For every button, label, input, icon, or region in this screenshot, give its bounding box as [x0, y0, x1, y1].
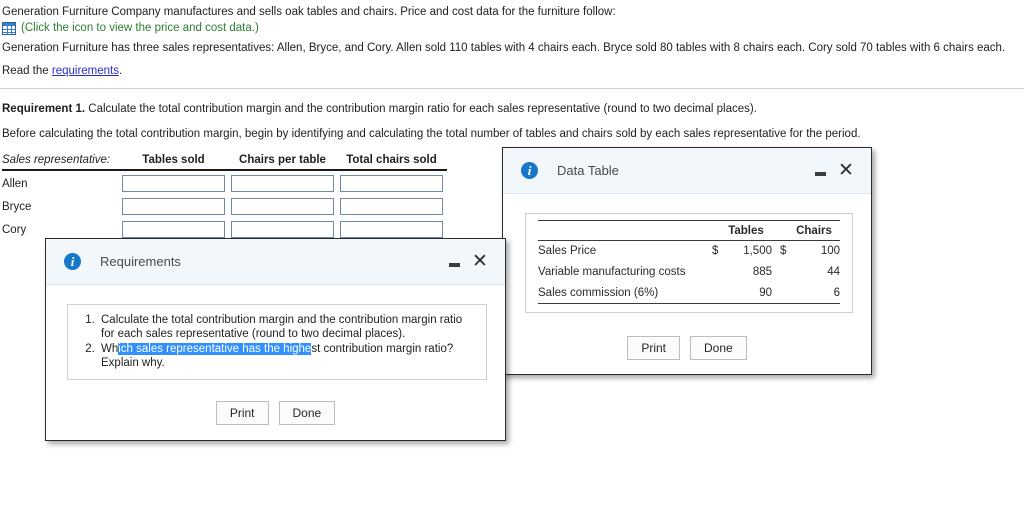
input-allen-chairs-per-table[interactable]	[231, 175, 334, 192]
page-root: Generation Furniture Company manufacture…	[0, 0, 1024, 512]
data-table-dialog-footer: Print Done	[503, 333, 871, 360]
requirement-item-2-pre: Wh	[101, 343, 119, 355]
requirements-list-box: Calculate the total contribution margin …	[67, 304, 487, 380]
requirement-item-1-text: Calculate the total contribution margin …	[101, 314, 463, 340]
input-bryce-chairs-per-table[interactable]	[231, 198, 334, 215]
print-button[interactable]: Print	[215, 401, 269, 425]
problem-intro-text: Generation Furniture Company manufacture…	[2, 6, 616, 18]
commission-chairs-currency	[772, 282, 788, 304]
minimize-icon[interactable]	[441, 249, 467, 275]
data-table-dialog: i Data Table ✕ Tables Chairs Sales Price…	[502, 147, 872, 375]
price-cost-table: Tables Chairs Sales Price $ 1,500 $ 100	[538, 220, 840, 304]
sales-price-chairs-currency: $	[780, 245, 787, 258]
requirements-list: Calculate the total contribution margin …	[78, 313, 476, 370]
before-calculating-text: Before calculating the total contributio…	[2, 128, 861, 140]
requirement-1-text: Calculate the total contribution margin …	[85, 103, 757, 115]
answer-table-header-rule	[2, 169, 447, 171]
list-item: Calculate the total contribution margin …	[98, 313, 476, 341]
done-button[interactable]: Done	[278, 401, 336, 425]
answer-table-row-header-label: Sales representative:	[2, 154, 111, 166]
table-row: Bryce	[2, 197, 447, 217]
requirements-dialog-header: i Requirements ✕	[46, 239, 505, 285]
input-bryce-tables-sold[interactable]	[122, 198, 225, 215]
input-cory-tables-sold[interactable]	[122, 221, 225, 238]
requirements-link[interactable]: requirements	[52, 65, 119, 77]
row-label-sales-price: Sales Price	[538, 245, 597, 258]
commission-tables-currency	[704, 282, 720, 304]
answer-table-header-row: Sales representative: Tables sold Chairs…	[2, 152, 447, 168]
requirements-dialog-footer: Print Done	[46, 398, 505, 425]
table-row: Sales Price $ 1,500 $ 100	[538, 241, 840, 262]
answer-row-label-allen: Allen	[2, 177, 28, 190]
col-header-chairs: Chairs	[788, 220, 840, 241]
vmc-tables-value: 885	[752, 266, 772, 278]
sales-price-tables-value: 1,500	[743, 245, 772, 258]
done-button[interactable]: Done	[690, 336, 747, 360]
info-icon: i	[64, 253, 81, 270]
read-suffix: .	[119, 65, 123, 77]
section-divider	[0, 88, 1024, 89]
text-selection-highlight: ich sales representative has the highe	[118, 343, 312, 355]
row-label-sales-commission: Sales commission (6%)	[538, 282, 704, 304]
commission-tables-value: 90	[720, 282, 772, 304]
requirement-1-heading: Requirement 1. Calculate the total contr…	[2, 102, 757, 116]
print-button[interactable]: Print	[627, 336, 680, 360]
data-table-dialog-header: i Data Table ✕	[503, 148, 871, 194]
input-cory-chairs-per-table[interactable]	[231, 221, 334, 238]
requirements-dialog-body: Calculate the total contribution margin …	[46, 304, 505, 425]
row-label-variable-manufacturing-costs: Variable manufacturing costs	[538, 266, 686, 278]
minimize-icon[interactable]	[807, 158, 833, 184]
table-row: Variable manufacturing costs 885 44	[538, 262, 840, 283]
answer-table-col-total-chairs-sold: Total chairs sold	[346, 154, 437, 166]
commission-chairs-value: 6	[788, 282, 840, 304]
input-allen-total-chairs-sold[interactable]	[340, 175, 443, 192]
info-icon: i	[521, 162, 538, 179]
icon-link-label[interactable]: (Click the icon to view the price and co…	[21, 21, 259, 35]
requirement-1-label: Requirement 1.	[2, 103, 86, 115]
sales-reps-text: Generation Furniture has three sales rep…	[2, 42, 1006, 54]
input-cory-total-chairs-sold[interactable]	[340, 221, 443, 238]
price-cost-data-box: Tables Chairs Sales Price $ 1,500 $ 100	[525, 213, 853, 313]
close-icon[interactable]: ✕	[833, 158, 859, 184]
read-prefix: Read the	[2, 65, 52, 77]
table-row: Cory	[2, 220, 447, 240]
answer-row-label-bryce: Bryce	[2, 200, 32, 213]
vmc-chairs-currency	[772, 262, 788, 283]
table-grid-icon[interactable]	[2, 21, 16, 35]
data-table-dialog-body: Tables Chairs Sales Price $ 1,500 $ 100	[503, 213, 871, 360]
table-row: Sales commission (6%) 90 6	[538, 282, 840, 304]
answer-row-label-cory: Cory	[2, 223, 27, 236]
sales-price-chairs-value: 100	[820, 245, 840, 258]
col-header-tables: Tables	[720, 220, 772, 241]
price-cost-header-row: Tables Chairs	[538, 220, 840, 241]
data-table-icon-link-row[interactable]: (Click the icon to view the price and co…	[2, 21, 259, 35]
table-row: Allen	[2, 174, 447, 194]
requirements-dialog: i Requirements ✕ Calculate the total con…	[45, 238, 506, 441]
vmc-tables-currency	[704, 262, 720, 283]
read-requirements-row: Read the requirements.	[2, 64, 122, 78]
sales-price-tables-currency: $	[712, 245, 719, 258]
data-table-dialog-title: Data Table	[557, 163, 619, 178]
input-allen-tables-sold[interactable]	[122, 175, 225, 192]
answer-table-col-tables-sold: Tables sold	[142, 154, 205, 166]
answer-entry-table: Sales representative: Tables sold Chairs…	[2, 152, 447, 240]
requirements-dialog-title: Requirements	[100, 254, 181, 269]
input-bryce-total-chairs-sold[interactable]	[340, 198, 443, 215]
answer-table-col-chairs-per-table: Chairs per table	[239, 154, 326, 166]
vmc-chairs-value: 44	[827, 266, 840, 278]
close-icon[interactable]: ✕	[467, 249, 493, 275]
list-item: Which sales representative has the highe…	[98, 342, 476, 370]
